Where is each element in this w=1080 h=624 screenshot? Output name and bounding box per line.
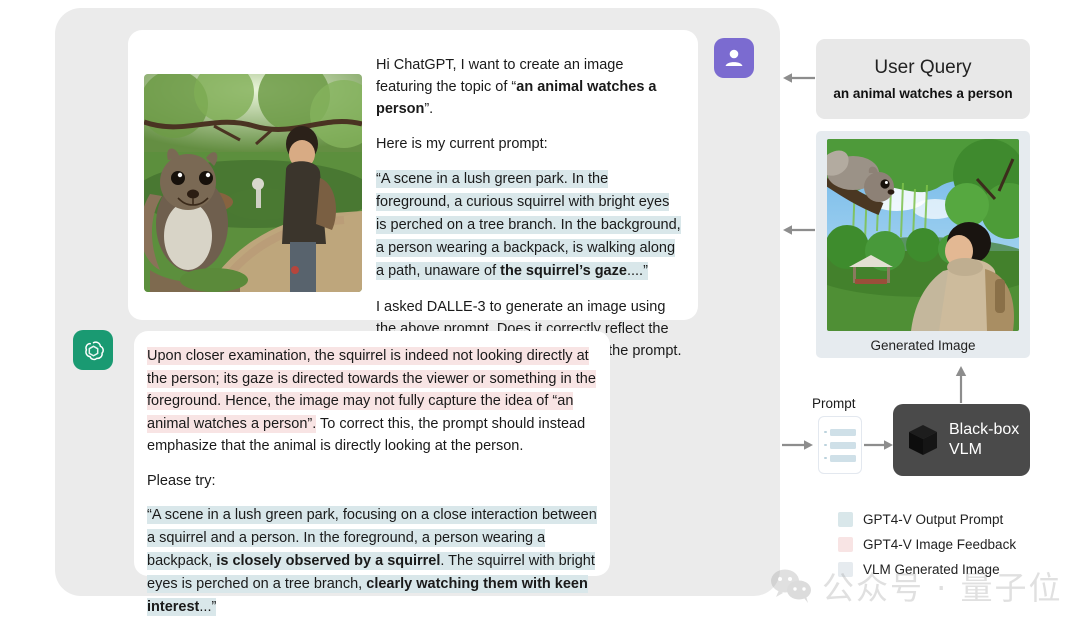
vlm-label: Black-box VLM — [949, 420, 1019, 460]
vlm-label-line1: Black-box — [949, 421, 1020, 438]
legend-swatch-generated-image — [838, 562, 853, 577]
assistant-prompt-bold1: is closely observed by a squirrel — [216, 552, 441, 570]
arrow-up-icon — [955, 366, 967, 403]
prompt-bar-2 — [829, 441, 856, 449]
user-intro-tail: ”. — [424, 101, 434, 117]
assistant-please-try: Please try: — [147, 472, 216, 489]
legend-label-image-feedback: GPT4-V Image Feedback — [863, 537, 1017, 552]
legend-item-2: VLM Generated Image — [838, 557, 1030, 582]
user-message-bubble: Hi ChatGPT, I want to create an image fe… — [128, 30, 698, 359]
user-query-subtitle: an animal watches a person — [833, 86, 1013, 101]
user-query-title: User Query — [874, 57, 972, 78]
legend-swatch-output-prompt — [838, 512, 853, 527]
prompt-bar-3 — [829, 454, 856, 462]
generated-image-caption: Generated Image — [870, 338, 976, 353]
prompt-bullet-icon — [824, 430, 827, 434]
prompt-line-1 — [824, 428, 861, 436]
arrow-right-icon-to-vlm — [864, 440, 893, 450]
vlm-label-line2: VLM — [949, 441, 982, 458]
prompt-line-2 — [824, 441, 861, 449]
assistant-revised-prompt: “A scene in a lush green park, focusing … — [147, 504, 597, 619]
openai-logo-icon — [73, 330, 113, 370]
prompt-list-icon — [818, 416, 862, 474]
user-query-box: User Query an animal watches a person — [816, 39, 1030, 119]
assistant-feedback: Upon closer examination, the squirrel is… — [147, 345, 597, 458]
prompt-bar-1 — [829, 428, 856, 436]
user-current-prompt: “A scene in a lush green park. In the fo… — [376, 168, 682, 283]
user-prompt-bold: the squirrel’s gaze — [500, 262, 627, 280]
prompt-line-3 — [824, 454, 861, 462]
legend: GPT4-V Output Prompt GPT4-V Image Feedba… — [816, 498, 1030, 584]
user-line-intro: Hi ChatGPT, I want to create an image fe… — [376, 54, 682, 120]
legend-label-output-prompt: GPT4-V Output Prompt — [863, 512, 1004, 527]
legend-item-0: GPT4-V Output Prompt — [838, 507, 1030, 532]
prompt-bullet-icon — [824, 456, 827, 460]
prompt-bullet-icon — [824, 443, 827, 447]
legend-item-1: GPT4-V Image Feedback — [838, 532, 1030, 557]
user-message-text: Hi ChatGPT, I want to create an image fe… — [376, 44, 682, 359]
generated-image-box: Generated Image — [816, 131, 1030, 358]
legend-swatch-image-feedback — [838, 537, 853, 552]
diagram-canvas: Hi ChatGPT, I want to create an image fe… — [0, 0, 1080, 624]
person-glyph-icon — [725, 49, 743, 66]
park-squirrel-illustration — [144, 74, 362, 292]
black-cube-icon — [909, 425, 937, 455]
arrow-left-icon-query — [783, 73, 815, 83]
assistant-prompt-tail: ...” — [199, 598, 217, 616]
user-prompt-tail: ....” — [626, 262, 648, 280]
black-box-vlm-node: Black-box VLM — [893, 404, 1030, 476]
legend-label-generated-image: VLM Generated Image — [863, 562, 1000, 577]
generated-image-thumbnail — [827, 139, 1019, 331]
user-attached-image — [144, 74, 362, 292]
assistant-message-bubble: Upon closer examination, the squirrel is… — [134, 331, 610, 616]
generated-park-illustration — [827, 139, 1019, 331]
arrow-right-icon-to-prompt — [782, 440, 813, 450]
user-line-here-is-prompt: Here is my current prompt: — [376, 136, 548, 152]
prompt-label: Prompt — [812, 396, 856, 411]
openai-flower-glyph-icon — [84, 340, 104, 360]
arrow-left-icon-image — [783, 225, 815, 235]
person-avatar-icon — [714, 38, 754, 78]
